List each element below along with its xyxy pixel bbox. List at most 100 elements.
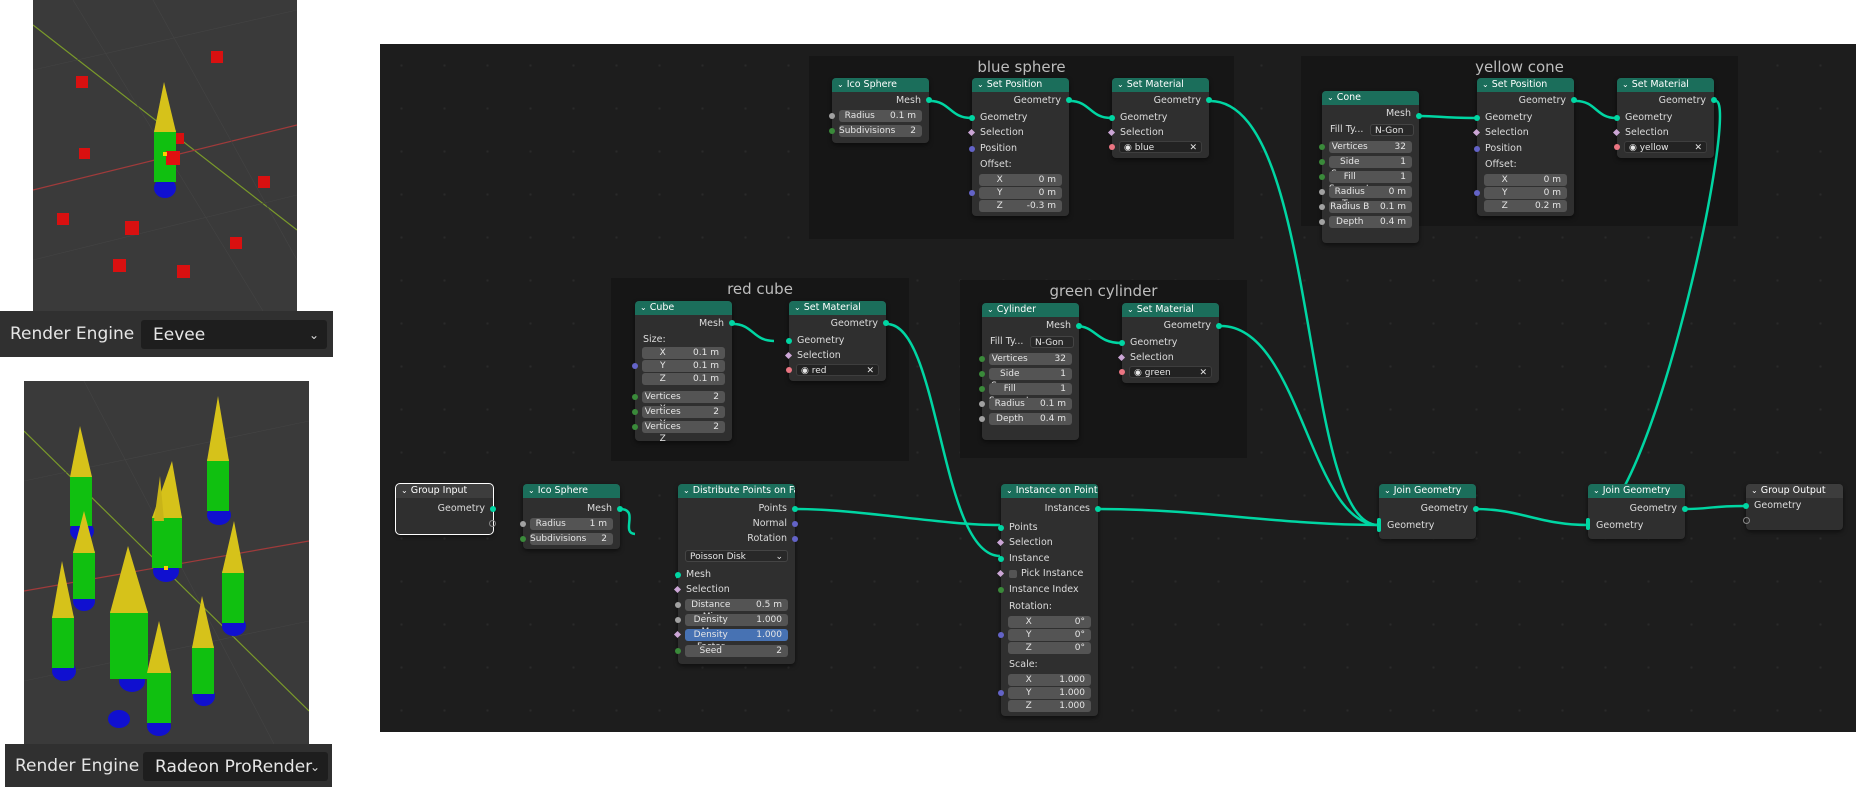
collapse-icon[interactable]: ⌄ [794, 303, 801, 312]
output-socket-geometry[interactable] [1066, 97, 1072, 103]
collapse-icon[interactable]: ⌄ [1117, 80, 1124, 89]
field-vertices-z[interactable]: Vertices Z 2 [642, 421, 725, 444]
node-join-geometry-2[interactable]: ⌄ Join Geometry Geometry Geometry [1586, 484, 1688, 539]
field-vertices-x[interactable]: Vertices X2 [642, 391, 725, 414]
field-size-y[interactable]: Y 0.1 m [642, 360, 725, 372]
node-header[interactable]: ⌄ Join Geometry [1379, 484, 1476, 498]
input-socket-position[interactable] [1474, 146, 1480, 152]
node-cone[interactable]: ⌄Cone Mesh Fill Ty... N-Gon ⌄ Vertices 32… [1319, 91, 1422, 243]
input-socket-size[interactable] [632, 363, 638, 369]
node-header[interactable]: ⌄ Instance on Points [1001, 484, 1098, 498]
node-ico-sphere[interactable]: ⌄ Ico Sphere Mesh Radius 1 m Subdivisions 2 [520, 484, 623, 549]
input-socket-geometry-multi[interactable] [1586, 518, 1590, 530]
input-socket-position[interactable] [969, 146, 975, 152]
material-field[interactable]: ◉ yellow ✕ [1624, 141, 1707, 153]
output-socket-geometry[interactable] [1216, 323, 1222, 329]
distribution-mode-dropdown[interactable]: Poisson Disk ⌄ [685, 550, 788, 562]
input-socket-radius[interactable] [829, 113, 835, 119]
node-header[interactable]: ⌄ Cylinder [982, 303, 1079, 317]
field-subdivisions[interactable]: Subdivisions 2 [530, 533, 613, 545]
checkbox[interactable] [1009, 569, 1017, 578]
input-socket-fill-segments[interactable] [1319, 174, 1325, 180]
input-socket-points[interactable] [998, 525, 1004, 531]
output-socket-instances[interactable] [1095, 506, 1101, 512]
input-socket-vertices-x[interactable] [632, 394, 638, 400]
input-socket-vertices[interactable] [1319, 144, 1325, 150]
output-socket-mesh[interactable] [617, 506, 623, 512]
input-socket-geometry[interactable] [1614, 115, 1620, 121]
node-set-position-yellow[interactable]: ⌄ Set Position Geometry Geometry Selectio… [1472, 78, 1577, 216]
output-socket-geometry[interactable] [1711, 97, 1717, 103]
node-header[interactable]: ⌄ Group Input [396, 484, 493, 498]
input-socket-depth[interactable] [979, 416, 985, 422]
node-header[interactable]: ⌄ Ico Sphere [832, 78, 929, 92]
input-socket-radius-top[interactable] [1319, 189, 1325, 195]
output-socket-mesh[interactable] [926, 97, 932, 103]
field-offset-x[interactable]: X 0 m [979, 174, 1062, 186]
viewport-eevee[interactable] [33, 0, 297, 311]
field-radius[interactable]: Radius 0.1 m [989, 398, 1072, 410]
output-socket-mesh[interactable] [729, 320, 735, 326]
field-radius-bottom[interactable]: Radius B 0.1 m [1329, 201, 1412, 213]
node-header[interactable]: ⌄ Set Material [789, 301, 886, 315]
collapse-icon[interactable]: ⌄ [1384, 486, 1391, 495]
node-set-material-yellow[interactable]: ⌄ Set Material Geometry Geometry Selectio… [1612, 78, 1717, 158]
node-cube[interactable]: ⌄ Cube Mesh Size: X 0.1 m Y 0.1 m Z 0.1 m Ve… [632, 301, 735, 444]
collapse-icon[interactable]: ⌄ [1751, 486, 1758, 495]
render-engine-select[interactable]: Radeon ProRender ⌄ [143, 752, 328, 781]
close-icon[interactable]: ✕ [1199, 367, 1207, 379]
node-distribute-points[interactable]: ⌄Distribute Points on Face Points Normal… [673, 484, 798, 664]
node-header[interactable]: ⌄ Set Material [1617, 78, 1714, 92]
node-header[interactable]: ⌄ Cube [635, 301, 732, 315]
input-socket-distance-min[interactable] [675, 602, 681, 608]
collapse-icon[interactable]: ⌄ [1127, 305, 1134, 314]
field-rotation-x[interactable]: X 0° [1008, 616, 1091, 628]
node-header[interactable]: ⌄ Set Material [1112, 78, 1209, 92]
collapse-icon[interactable]: ⌄ [1327, 93, 1334, 102]
collapse-icon[interactable]: ⌄ [1482, 80, 1489, 89]
input-socket-offset[interactable] [969, 190, 975, 196]
input-socket-geometry[interactable] [1119, 340, 1125, 346]
input-socket-radius[interactable] [979, 401, 985, 407]
field-offset-z[interactable]: Z 0.2 m [1484, 200, 1567, 212]
input-socket-side-segments[interactable] [1319, 159, 1325, 165]
output-socket-points[interactable] [792, 506, 798, 512]
node-set-material-green[interactable]: ⌄ Set Material Geometry Geometry Selectio… [1117, 303, 1222, 383]
input-socket-instance[interactable] [998, 556, 1004, 562]
node-ico-sphere-blue[interactable]: ⌄ Ico Sphere Mesh Radius 0.1 m Subdivision… [829, 78, 932, 143]
field-radius[interactable]: Radius 1 m [530, 518, 613, 530]
fill-type-dropdown[interactable]: N-Gon ⌄ [1370, 124, 1414, 148]
input-socket-vertices-z[interactable] [632, 424, 638, 430]
collapse-icon[interactable]: ⌄ [837, 80, 844, 89]
field-subdivisions[interactable]: Subdivisions 2 [839, 125, 922, 137]
input-socket-instance-index[interactable] [998, 587, 1004, 593]
collapse-icon[interactable]: ⌄ [1622, 80, 1629, 89]
node-header[interactable]: ⌄ Cone [1322, 91, 1419, 105]
output-socket-geometry[interactable] [883, 320, 889, 326]
input-socket-mesh[interactable] [675, 572, 681, 578]
pick-instance-row[interactable]: Pick Instance [1001, 567, 1098, 580]
field-radius[interactable]: Radius 0.1 m [839, 110, 922, 122]
input-socket-side-segments[interactable] [979, 371, 985, 377]
input-socket-geometry[interactable] [969, 115, 975, 121]
input-socket-material[interactable] [1109, 144, 1115, 150]
input-socket-subdivisions[interactable] [829, 128, 835, 134]
collapse-icon[interactable]: ⌄ [401, 486, 408, 495]
input-socket-subdivisions[interactable] [520, 536, 526, 542]
field-density-max[interactable]: Density Max1.000 [685, 614, 788, 637]
material-field[interactable]: ◉ blue ✕ [1119, 141, 1202, 153]
field-vertices-y[interactable]: Vertices Y2 [642, 406, 725, 429]
render-engine-select[interactable]: Eevee ⌄ [141, 320, 327, 349]
collapse-icon[interactable]: ⌄ [977, 80, 984, 89]
field-distance-min[interactable]: Distance Min0.5 m [685, 599, 788, 622]
input-socket-geometry[interactable] [1109, 115, 1115, 121]
input-socket-scale[interactable] [998, 690, 1004, 696]
output-socket-geometry[interactable] [1473, 506, 1479, 512]
fill-type-dropdown[interactable]: N-Gon ⌄ [1030, 336, 1074, 360]
field-scale-y[interactable]: Y 1.000 [1008, 687, 1091, 699]
node-header[interactable]: ⌄ Set Material [1122, 303, 1219, 317]
field-offset-y[interactable]: Y 0 m [979, 187, 1062, 199]
node-header[interactable]: ⌄ Group Output [1746, 484, 1843, 498]
material-field[interactable]: ◉ red ✕ [796, 364, 879, 376]
input-socket-material[interactable] [786, 367, 792, 373]
